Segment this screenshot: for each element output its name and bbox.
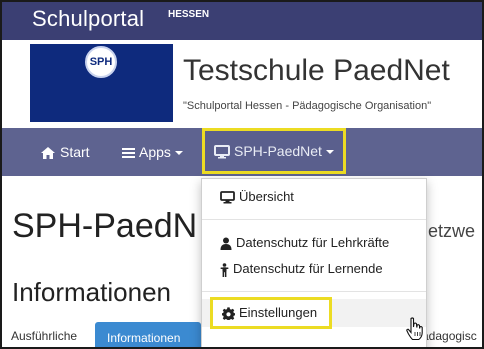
menu-item-settings[interactable]: Einstellungen — [210, 297, 332, 329]
nav-apps-label: Apps — [139, 144, 171, 160]
menu-item-settings-label: Einstellungen — [239, 305, 318, 320]
tab-paedagogisch[interactable]: ädagogisc — [422, 329, 477, 343]
hand-cursor-icon — [406, 317, 423, 341]
portal-brand[interactable]: Schulportal — [32, 6, 144, 32]
logo-text: SPH — [89, 56, 113, 68]
menu-item-privacy-teachers[interactable]: Datenschutz für Lehrkräfte — [220, 235, 390, 251]
main-navbar: Start Apps SPH-PaedNet — [2, 128, 482, 176]
school-name: Testschule PaedNet — [183, 54, 450, 87]
menu-item-privacy-students-label: Datenschutz für Lernende — [233, 261, 383, 276]
chevron-down-icon — [325, 150, 334, 155]
nav-apps[interactable]: Apps — [122, 128, 183, 176]
menu-item-privacy-students[interactable]: Datenschutz für Lernende — [220, 261, 383, 277]
home-icon — [41, 147, 55, 160]
window-frame: Schulportal HESSEN SPH Testschule PaedNe… — [0, 0, 484, 349]
sph-logo-icon: SPH — [85, 46, 117, 78]
menu-item-overview-label: Übersicht — [239, 189, 294, 204]
menu-item-privacy-teachers-label: Datenschutz für Lehrkräfte — [236, 235, 390, 250]
menu-divider — [202, 291, 426, 292]
gear-icon — [222, 307, 235, 321]
page-title: SPH-PaedN — [12, 207, 198, 245]
portal-topbar: Schulportal HESSEN — [2, 2, 482, 40]
nav-start-label: Start — [60, 144, 90, 160]
nav-sph-paednet[interactable]: SPH-PaedNet — [202, 128, 346, 174]
page-title-right: etzwe — [428, 221, 476, 241]
person-icon — [220, 262, 229, 277]
menu-icon — [122, 148, 135, 159]
paednet-dropdown-menu: Übersicht Datenschutz für Lehrkräfte Dat… — [201, 178, 427, 347]
tab-informationen[interactable]: Informationen — [95, 322, 201, 347]
school-header: SPH Testschule PaedNet "Schulportal Hess… — [2, 40, 482, 128]
user-icon — [220, 237, 232, 251]
chevron-down-icon — [174, 151, 183, 156]
nav-start[interactable]: Start — [40, 128, 90, 176]
tab-ausfuehrliche[interactable]: Ausführliche — [11, 329, 77, 343]
portal-brand-sup: HESSEN — [168, 9, 210, 20]
section-title: Informationen — [12, 277, 171, 307]
nav-paednet-label: SPH-PaedNet — [234, 143, 322, 159]
menu-item-overview[interactable]: Übersicht — [220, 189, 294, 204]
monitor-icon — [214, 145, 230, 159]
monitor-icon — [220, 191, 235, 204]
school-subtitle: "Schulportal Hessen - Pädagogische Organ… — [183, 100, 432, 112]
school-logo[interactable]: SPH — [30, 44, 173, 122]
menu-divider — [202, 219, 426, 220]
